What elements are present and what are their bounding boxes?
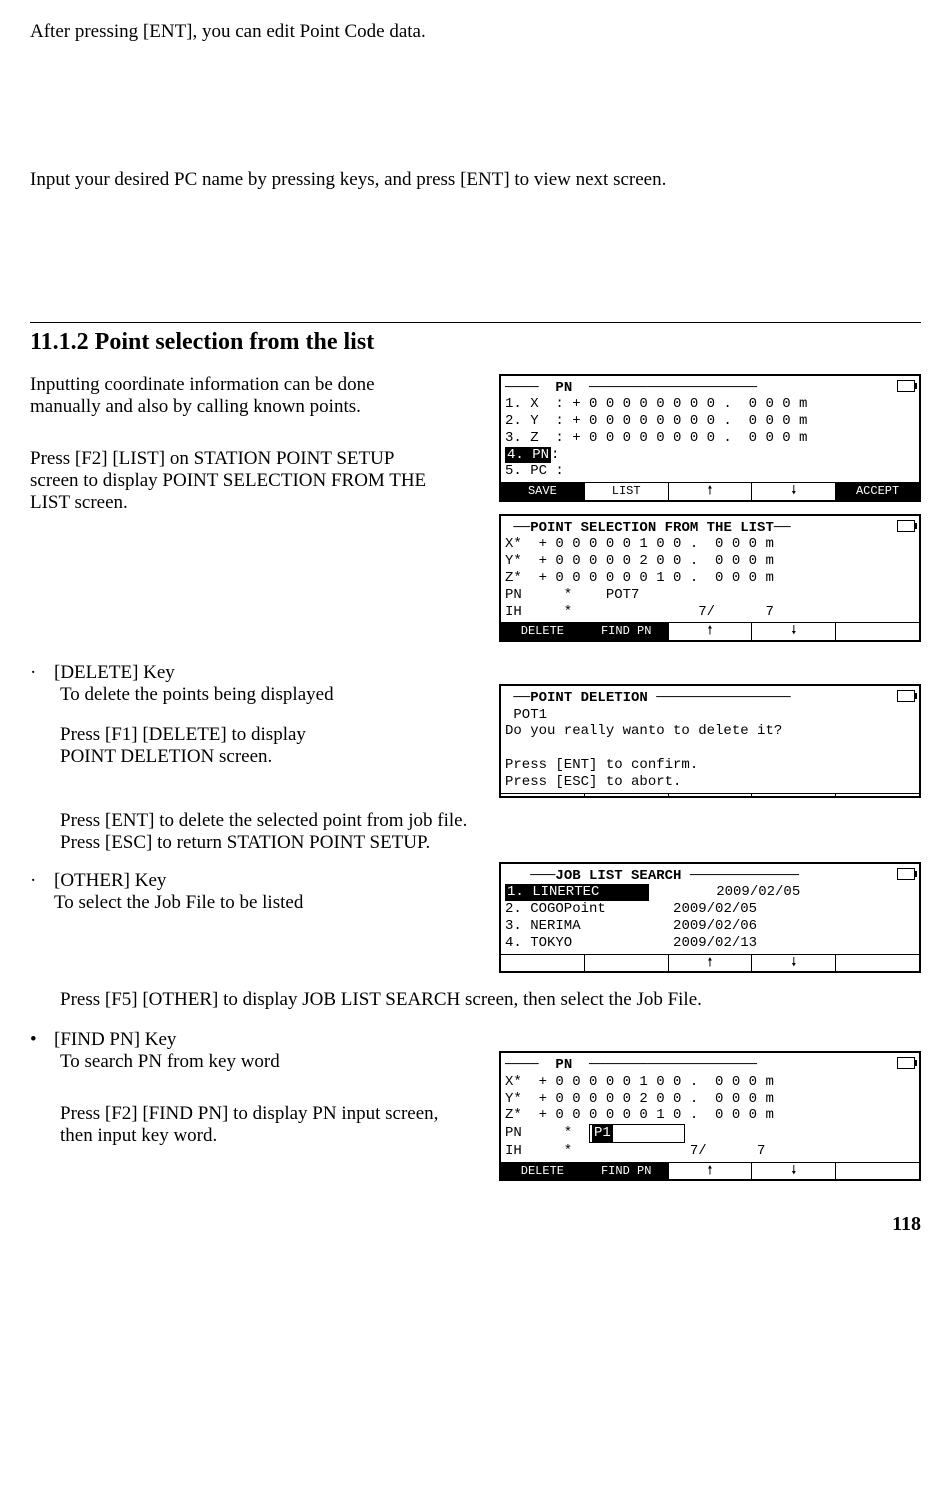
lcd-job-list: ───JOB LIST SEARCH ───────────── 1. LINE… (499, 862, 921, 973)
other-l2: Press [F5] [OTHER] to display JOB LIST S… (60, 989, 921, 1011)
delete-l4: Press [ENT] to delete the selected point… (60, 810, 921, 832)
intro-text-1: After pressing [ENT], you can edit Point… (30, 20, 921, 44)
sk-delete[interactable]: DELETE (501, 1163, 585, 1179)
delete-l2: Press [F1] [DELETE] to display (60, 724, 479, 746)
bullet-icon: · (30, 870, 40, 892)
sk-up[interactable]: 🠕 (669, 483, 753, 499)
delete-l3: POINT DELETION screen. (60, 746, 479, 768)
sk-up[interactable]: 🠕 (669, 1163, 753, 1179)
sk-list[interactable]: LIST (585, 483, 669, 499)
para-2a: Press [F2] [LIST] on STATION POINT SETUP (30, 448, 479, 470)
bullet-icon: • (30, 1029, 40, 1051)
battery-icon (897, 690, 915, 702)
find-pn-head: [FIND PN] Key (54, 1029, 176, 1051)
delete-key-head: [DELETE] Key (54, 662, 175, 684)
sk-delete[interactable]: DELETE (501, 623, 585, 639)
lcd-pn-input: ──── PN ──────────────────── X* + 0 0 0 … (499, 1051, 921, 1181)
sk-find-pn[interactable]: FIND PN (585, 623, 669, 639)
find-l2: Press [F2] [FIND PN] to display PN input… (60, 1103, 479, 1125)
battery-icon (897, 1057, 915, 1069)
sk-up[interactable]: 🠕 (669, 623, 753, 639)
sk-down[interactable]: 🠗 (752, 623, 836, 639)
delete-l1: To delete the points being displayed (60, 684, 479, 706)
page-number: 118 (30, 1213, 921, 1236)
sk-down[interactable]: 🠗 (752, 955, 836, 971)
sk-empty (836, 623, 919, 639)
battery-icon (897, 868, 915, 880)
battery-icon (897, 520, 915, 532)
find-l1: To search PN from key word (60, 1051, 479, 1073)
sk-down[interactable]: 🠗 (752, 1163, 836, 1179)
delete-l5: Press [ESC] to return STATION POINT SETU… (60, 832, 921, 854)
section-rule (30, 322, 921, 323)
para-2b: screen to display POINT SELECTION FROM T… (30, 470, 479, 492)
battery-icon (897, 380, 915, 392)
find-l3: then input key word. (60, 1125, 479, 1147)
section-heading: 11.1.2 Point selection from the list (30, 329, 921, 356)
sk-up[interactable]: 🠕 (669, 955, 753, 971)
other-key-head: [OTHER] Key (54, 870, 166, 892)
lcd-point-selection: ──POINT SELECTION FROM THE LIST── X* + 0… (499, 514, 921, 642)
para-1a: Inputting coordinate information can be … (30, 374, 479, 396)
sk-find-pn[interactable]: FIND PN (585, 1163, 669, 1179)
para-2c: LIST screen. (30, 492, 479, 514)
lcd-point-deletion: ──POINT DELETION ──────────────── POT1 D… (499, 684, 921, 798)
para-1b: manually and also by calling known point… (30, 396, 479, 418)
sk-down[interactable]: 🠗 (752, 483, 836, 499)
other-l1: To select the Job File to be listed (54, 892, 479, 914)
intro-text-2: Input your desired PC name by pressing k… (30, 168, 921, 192)
softkeys-row: SAVE LIST 🠕 🠗 ACCEPT (501, 482, 919, 499)
sk-save[interactable]: SAVE (501, 483, 585, 499)
sk-accept[interactable]: ACCEPT (836, 483, 919, 499)
lcd-pn-setup: ──── PN ──────────────────── 1. X : + 0 … (499, 374, 921, 502)
bullet-icon: · (30, 662, 40, 684)
